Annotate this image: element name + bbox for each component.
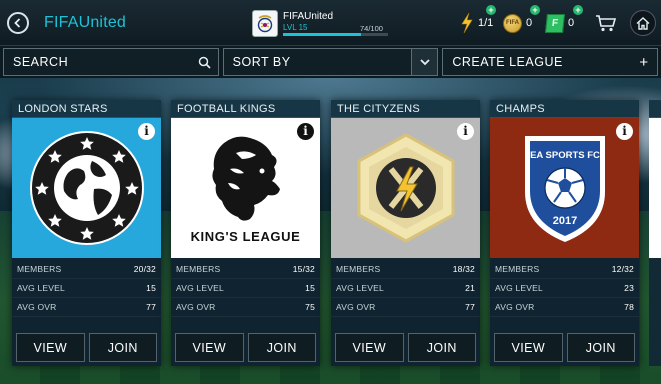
info-icon[interactable]: i bbox=[138, 123, 155, 140]
stat-avg-ovr: AVG OVR 77 bbox=[12, 298, 161, 317]
stat-members: MEMBERS 20/32 bbox=[12, 260, 161, 279]
create-league-label: CREATE LEAGUE bbox=[452, 55, 563, 69]
crest-top-text: EA SPORTS FC bbox=[530, 150, 600, 161]
view-button[interactable]: VIEW bbox=[175, 333, 244, 362]
league-card[interactable]: CHAMPS EA SPORTS FC 2017 i MEMBERS 12/32 … bbox=[490, 100, 639, 366]
search-label: SEARCH bbox=[13, 55, 69, 69]
league-name: CHAMPS bbox=[490, 100, 639, 118]
add-coins-icon[interactable]: + bbox=[530, 5, 540, 15]
coin-icon: FIFA bbox=[503, 13, 522, 33]
chevron-left-icon bbox=[14, 18, 21, 28]
crest-year-text: 2017 bbox=[552, 215, 576, 227]
profile-name: FIFAUnited bbox=[283, 11, 334, 22]
stat-avg-level: AVG LEVEL 23 bbox=[490, 279, 639, 298]
chevron-down-icon[interactable] bbox=[411, 49, 438, 75]
page-title: FIFAUnited bbox=[44, 14, 127, 31]
league-stats: MEMBERS 20/32 AVG LEVEL 15 AVG OVR 77 bbox=[12, 258, 161, 317]
stat-avg-ovr: AVG OVR 78 bbox=[490, 298, 639, 317]
coins-counter[interactable]: FIFA 0 + bbox=[503, 5, 540, 34]
card-actions: VIEW JOIN bbox=[494, 333, 635, 362]
profile-level: LVL 15 bbox=[283, 23, 308, 32]
profile-summary[interactable]: FIFAUnited LVL 15 74/100 bbox=[252, 10, 392, 38]
top-bar: FIFAUnited FIFAUnited LVL 15 74/100 1/1 … bbox=[0, 0, 661, 46]
league-stats: MEMBERS 18/32 AVG LEVEL 21 AVG OVR 77 bbox=[331, 258, 480, 317]
coins-value: 0 bbox=[526, 17, 533, 29]
points-counter[interactable]: F 0 + bbox=[545, 5, 583, 34]
fifa-points-icon: F bbox=[545, 13, 565, 33]
view-button[interactable]: VIEW bbox=[16, 333, 85, 362]
card-actions: VIEW JOIN bbox=[175, 333, 316, 362]
search-input[interactable]: SEARCH bbox=[3, 48, 219, 76]
add-energy-icon[interactable]: + bbox=[486, 5, 496, 15]
league-controls: SEARCH SORT BY CREATE LEAGUE + bbox=[0, 46, 661, 78]
back-button[interactable] bbox=[7, 12, 29, 34]
xp-progress-bar bbox=[283, 33, 388, 36]
league-name: THE CITYZENS bbox=[331, 100, 480, 118]
stat-avg-level: AVG LEVEL 15 bbox=[12, 279, 161, 298]
league-name: LONDON STARS bbox=[12, 100, 161, 118]
stat-avg-ovr: AVG OVR 77 bbox=[331, 298, 480, 317]
lightning-icon bbox=[461, 12, 473, 34]
league-stats: MEMBERS 12/32 AVG LEVEL 23 AVG OVR 78 bbox=[490, 258, 639, 317]
stat-avg-ovr: AVG OVR 75 bbox=[171, 298, 320, 317]
create-league-button[interactable]: CREATE LEAGUE + bbox=[442, 48, 659, 76]
hexagon-lightning-icon bbox=[357, 133, 454, 243]
view-button[interactable]: VIEW bbox=[494, 333, 563, 362]
info-icon[interactable]: i bbox=[616, 123, 633, 140]
club-crest-icon bbox=[252, 10, 278, 37]
info-icon[interactable]: i bbox=[457, 123, 474, 140]
next-league-card-peek[interactable] bbox=[649, 100, 661, 366]
xp-progress-fill bbox=[283, 33, 361, 36]
league-logo: KING'S LEAGUE i bbox=[171, 118, 320, 258]
league-logo: i bbox=[331, 118, 480, 258]
stat-members: MEMBERS 12/32 bbox=[490, 260, 639, 279]
card-actions: VIEW JOIN bbox=[335, 333, 476, 362]
info-icon[interactable]: i bbox=[297, 123, 314, 140]
stat-avg-level: AVG LEVEL 21 bbox=[331, 279, 480, 298]
league-logo: EA SPORTS FC 2017 i bbox=[490, 118, 639, 258]
home-button[interactable] bbox=[630, 10, 656, 36]
join-button[interactable]: JOIN bbox=[566, 333, 635, 362]
plus-icon: + bbox=[639, 53, 649, 71]
stat-members: MEMBERS 18/32 bbox=[331, 260, 480, 279]
lion-head-icon bbox=[211, 136, 280, 221]
stat-avg-level: AVG LEVEL 15 bbox=[171, 279, 320, 298]
store-button[interactable] bbox=[595, 14, 617, 37]
sort-by-dropdown[interactable]: SORT BY bbox=[222, 48, 439, 76]
search-icon[interactable] bbox=[192, 49, 218, 75]
energy-counter[interactable]: 1/1 + bbox=[460, 5, 496, 34]
shopping-cart-icon bbox=[596, 15, 617, 32]
join-button[interactable]: JOIN bbox=[247, 333, 316, 362]
join-button[interactable]: JOIN bbox=[407, 333, 476, 362]
xp-progress-text: 74/100 bbox=[360, 24, 383, 33]
sort-by-label: SORT BY bbox=[232, 55, 291, 69]
globe-stars-icon bbox=[29, 131, 144, 245]
league-logo-text: KING'S LEAGUE bbox=[190, 228, 301, 244]
home-icon bbox=[636, 16, 650, 30]
points-value: 0 bbox=[568, 17, 575, 29]
league-card[interactable]: THE CITYZENS i MEMBERS 18/32 AVG LEVEL 21 … bbox=[331, 100, 480, 366]
stat-members: MEMBERS 15/32 bbox=[171, 260, 320, 279]
shield-crest-icon: EA SPORTS FC 2017 bbox=[524, 136, 605, 242]
add-points-icon[interactable]: + bbox=[573, 5, 583, 15]
league-card[interactable]: LONDON STARS i MEMBERS 20/32 AVG LEVEL 1… bbox=[12, 100, 161, 366]
league-card[interactable]: FOOTBALL KINGS KING'S LEAGUE i MEMBERS 15… bbox=[171, 100, 320, 366]
view-button[interactable]: VIEW bbox=[335, 333, 404, 362]
league-stats: MEMBERS 15/32 AVG LEVEL 15 AVG OVR 75 bbox=[171, 258, 320, 317]
league-name: FOOTBALL KINGS bbox=[171, 100, 320, 118]
join-button[interactable]: JOIN bbox=[88, 333, 157, 362]
card-actions: VIEW JOIN bbox=[16, 333, 157, 362]
energy-value: 1/1 bbox=[478, 17, 494, 29]
league-logo: i bbox=[12, 118, 161, 258]
